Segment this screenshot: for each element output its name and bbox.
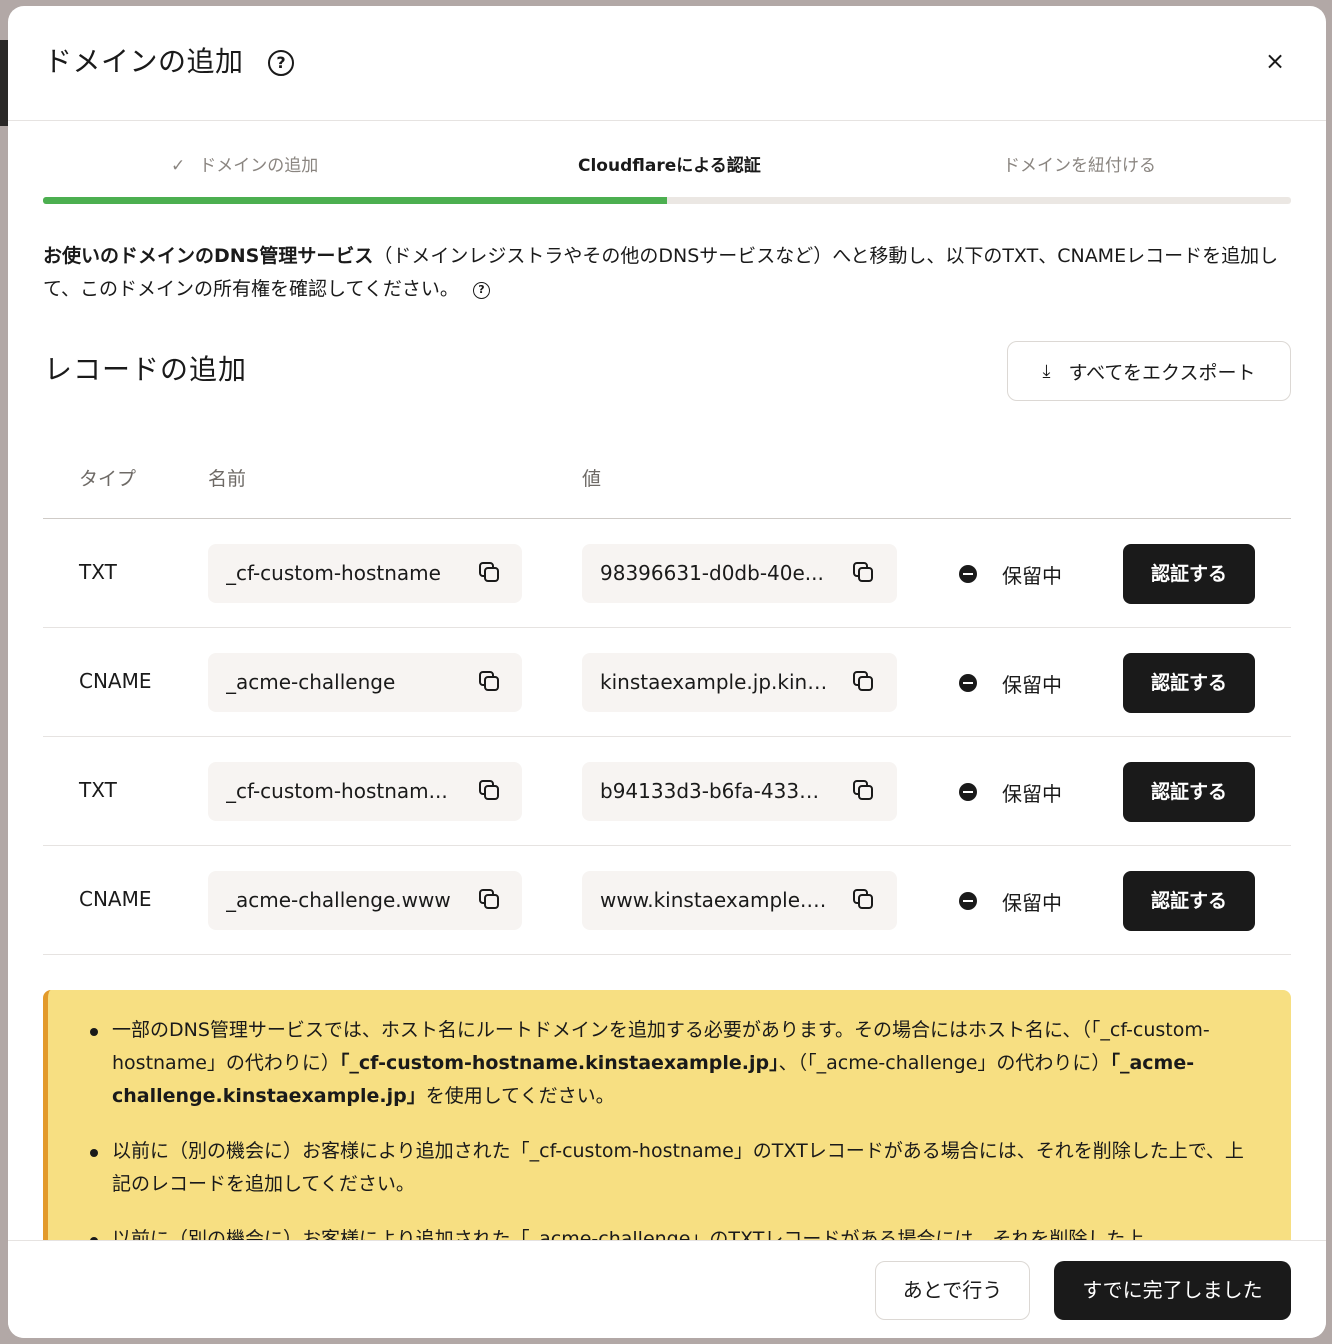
step-link-domain: ドメインを紐付ける — [1003, 156, 1156, 176]
download-icon: ⤓ — [1042, 360, 1051, 382]
copy-icon[interactable] — [853, 671, 875, 693]
step-progress-fill — [43, 197, 667, 204]
step-cloudflare-verification: Cloudflareによる認証 — [578, 156, 761, 176]
table-row: CNAME _acme-challenge.www www.kinstaexam… — [43, 846, 1291, 955]
export-all-button[interactable]: ⤓ すべてをエクスポート — [1007, 341, 1291, 401]
copy-icon[interactable] — [853, 562, 875, 584]
record-value-text: 98396631-d0db-40e... — [600, 561, 824, 585]
notice-box: 一部のDNS管理サービスでは、ホスト名にルートドメインを追加する必要があります。… — [43, 990, 1291, 1250]
step-progress-track — [43, 197, 1291, 204]
modal-title: ドメインの追加 — [44, 45, 244, 78]
intro-text: お使いのドメインのDNS管理サービス（ドメインレジストラやその他のDNSサービス… — [43, 240, 1293, 306]
record-name-field[interactable]: _cf-custom-hostnam... — [208, 762, 522, 821]
notice-highlight: 「_cf-custom-hostname.kinstaexample.jp」 — [339, 1052, 779, 1074]
record-status: 保留中 — [1002, 564, 1062, 588]
table-row: TXT _cf-custom-hostname 98396631-d0db-40… — [43, 519, 1291, 628]
step-label: ドメインの追加 — [199, 156, 319, 176]
notice-item: 一部のDNS管理サービスでは、ホスト名にルートドメインを追加する必要があります。… — [90, 1014, 1260, 1113]
export-all-label: すべてをエクスポート — [1068, 361, 1256, 384]
record-name-field[interactable]: _acme-challenge.www — [208, 871, 522, 930]
record-type: TXT — [79, 560, 117, 584]
pending-status-icon — [959, 674, 977, 692]
record-type: TXT — [79, 778, 117, 802]
check-icon: ✓ — [171, 156, 186, 176]
table-row: CNAME _acme-challenge kinstaexample.jp.k… — [43, 628, 1291, 737]
notice-text: を使用してください。 — [425, 1085, 615, 1107]
verify-button[interactable]: 認証する — [1123, 871, 1255, 931]
column-header-type: タイプ — [79, 468, 137, 490]
verify-button[interactable]: 認証する — [1123, 762, 1255, 822]
pending-status-icon — [959, 783, 977, 801]
record-name-field[interactable]: _cf-custom-hostname — [208, 544, 522, 603]
notice-text: 、（「_acme-challenge」の代わりに） — [778, 1052, 1111, 1074]
copy-icon[interactable] — [853, 889, 875, 911]
pending-status-icon — [959, 892, 977, 910]
record-value-field[interactable]: b94133d3-b6fa-433a... — [582, 762, 897, 821]
already-done-button[interactable]: すでに完了しました — [1054, 1261, 1291, 1320]
record-status: 保留中 — [1002, 891, 1062, 915]
table-row: TXT _cf-custom-hostnam... b94133d3-b6fa-… — [43, 737, 1291, 846]
record-value-field[interactable]: kinstaexample.jp.kins... — [582, 653, 897, 712]
record-name-text: _acme-challenge — [226, 670, 396, 694]
record-status: 保留中 — [1002, 673, 1062, 697]
question-circle-icon[interactable]: ? — [472, 282, 490, 299]
verify-button[interactable]: 認証する — [1123, 544, 1255, 604]
column-header-value: 値 — [582, 468, 602, 490]
record-value-text: kinstaexample.jp.kins... — [600, 670, 830, 694]
record-value-text: b94133d3-b6fa-433a... — [600, 779, 830, 803]
notice-list: 一部のDNS管理サービスでは、ホスト名にルートドメインを追加する必要があります。… — [90, 1014, 1260, 1250]
verify-button[interactable]: 認証する — [1123, 653, 1255, 713]
step-add-domain: ✓ ドメインの追加 — [171, 154, 318, 178]
record-name-text: _cf-custom-hostnam... — [226, 779, 448, 803]
do-later-button[interactable]: あとで行う — [875, 1261, 1030, 1320]
record-name-text: _cf-custom-hostname — [226, 561, 441, 585]
copy-icon[interactable] — [479, 780, 501, 802]
record-value-text: www.kinstaexample.j... — [600, 888, 830, 912]
copy-icon[interactable] — [853, 780, 875, 802]
modal-header: ドメインの追加 ? × — [8, 6, 1326, 121]
notice-item: 以前に（別の機会に）お客様により追加された「_cf-custom-hostnam… — [90, 1135, 1260, 1201]
record-value-field[interactable]: 98396631-d0db-40e... — [582, 544, 897, 603]
pending-status-icon — [959, 565, 977, 583]
record-name-field[interactable]: _acme-challenge — [208, 653, 522, 712]
modal-footer: あとで行う すでに完了しました — [8, 1240, 1326, 1338]
record-name-text: _acme-challenge.www — [226, 888, 451, 912]
intro-bold: お使いのドメインのDNS管理サービス — [43, 245, 374, 267]
copy-icon[interactable] — [479, 562, 501, 584]
notice-text: 以前に（別の機会に）お客様により追加された「_cf-custom-hostnam… — [112, 1140, 1244, 1195]
copy-icon[interactable] — [479, 671, 501, 693]
record-status: 保留中 — [1002, 782, 1062, 806]
record-type: CNAME — [79, 887, 152, 911]
column-header-name: 名前 — [208, 468, 247, 490]
close-icon[interactable]: × — [1260, 46, 1290, 76]
question-circle-icon[interactable]: ? — [268, 50, 294, 76]
record-type: CNAME — [79, 669, 152, 693]
records-section-title: レコードの追加 — [44, 353, 248, 386]
add-domain-modal: ドメインの追加 ? × ✓ ドメインの追加 Cloudflareによる認証 ドメイ… — [8, 6, 1326, 1338]
copy-icon[interactable] — [479, 889, 501, 911]
record-value-field[interactable]: www.kinstaexample.j... — [582, 871, 897, 930]
